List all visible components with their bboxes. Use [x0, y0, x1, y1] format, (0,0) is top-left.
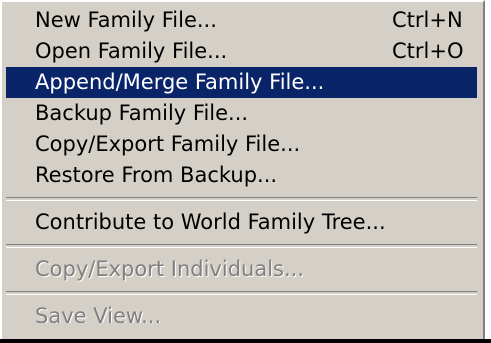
menu-item-copy-export-family-file[interactable]: Copy/Export Family File...: [6, 129, 477, 160]
menu-item-append-merge-family-file[interactable]: Append/Merge Family File...: [6, 67, 477, 98]
menu-item-new-family-file[interactable]: New Family File... Ctrl+N: [6, 5, 477, 36]
menu-separator: [6, 197, 477, 201]
menu-item-label: Copy/Export Individuals...: [35, 257, 305, 281]
menu-item-label: Copy/Export Family File...: [35, 132, 301, 156]
window-edge: [485, 0, 491, 339]
menu-item-label: Contribute to World Family Tree...: [35, 210, 386, 234]
menu-separator: [6, 291, 477, 295]
menu-bottom-border: [0, 339, 491, 343]
menu-item-copy-export-individuals: Copy/Export Individuals...: [6, 254, 477, 285]
menu-item-label: Restore From Backup...: [35, 163, 278, 187]
menu-item-label: Save View...: [35, 304, 162, 323]
file-menu: New Family File... Ctrl+N Open Family Fi…: [0, 0, 485, 343]
menu-item-label: New Family File...: [35, 8, 217, 32]
menu-item-open-family-file[interactable]: Open Family File... Ctrl+O: [6, 36, 477, 67]
menu-item-restore-from-backup[interactable]: Restore From Backup...: [6, 160, 477, 191]
menu-item-shortcut: Ctrl+O: [392, 39, 464, 63]
menu-separator: [6, 244, 477, 248]
menu-item-label: Append/Merge Family File...: [35, 70, 325, 94]
menu-item-label: Open Family File...: [35, 39, 228, 63]
menu-item-label: Backup Family File...: [35, 101, 249, 125]
menu-item-backup-family-file[interactable]: Backup Family File...: [6, 98, 477, 129]
menu-item-shortcut: Ctrl+N: [392, 8, 463, 32]
menu-item-contribute-to-world-family-tree[interactable]: Contribute to World Family Tree...: [6, 207, 477, 238]
menu-item-save-view: Save View...: [6, 301, 477, 323]
